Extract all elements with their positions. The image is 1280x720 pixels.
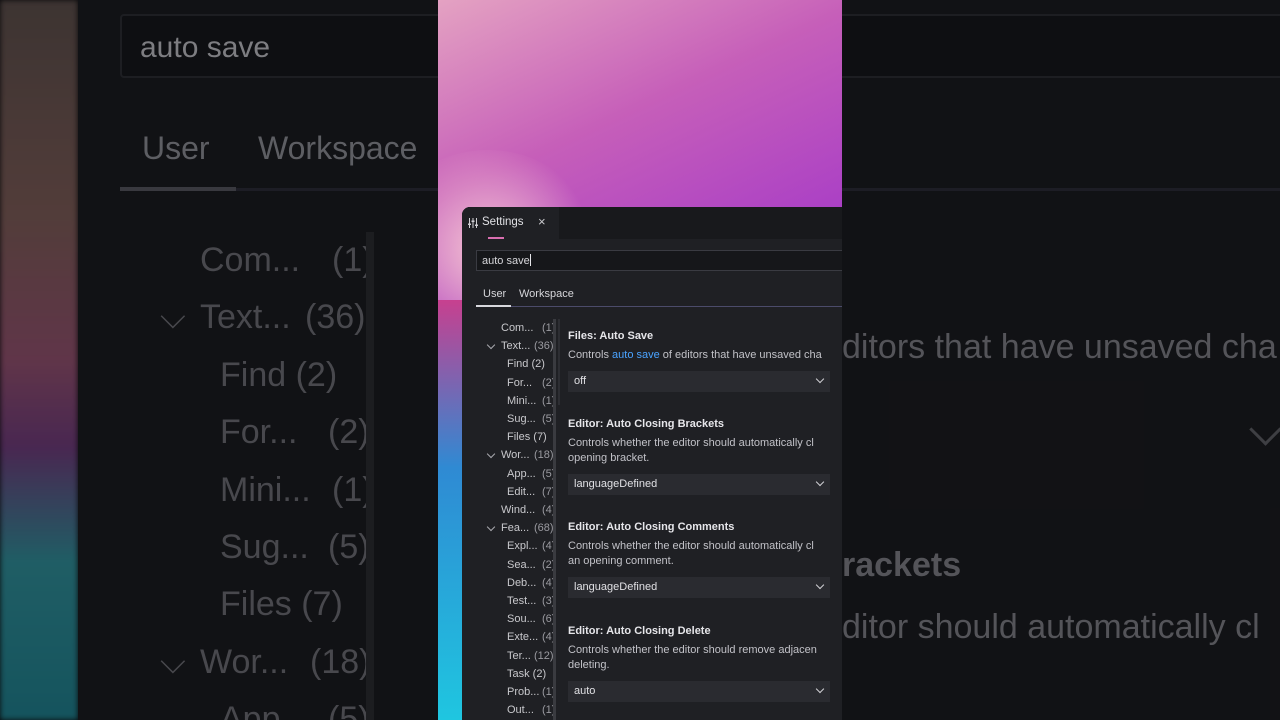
chevron-down-icon	[815, 684, 825, 694]
toc-item[interactable]: Edit...	[507, 486, 535, 498]
toc-item[interactable]: Prob...	[507, 686, 539, 698]
toc-item[interactable]: Wind...	[501, 504, 535, 516]
setting-title: Editor: Auto Closing Delete	[568, 625, 711, 637]
toc-item-count: (18)	[534, 449, 554, 462]
setting-description: Controls whether the editor should autom…	[568, 437, 814, 464]
toc-item[interactable]: Exte...	[507, 631, 538, 643]
toc-item[interactable]: Sug...	[507, 413, 536, 425]
tab-workspace[interactable]: Workspace	[519, 288, 574, 300]
toc-item[interactable]: Sea...	[507, 559, 536, 571]
toc-item[interactable]: Ter...	[507, 650, 531, 662]
toc-item[interactable]: Find (2)	[507, 358, 545, 370]
setting-auto-closing-delete: Editor: Auto Closing Delete Controls whe…	[568, 625, 842, 702]
auto-closing-delete-select[interactable]: auto	[568, 681, 830, 702]
toc-item-count: (12)	[534, 649, 554, 662]
tab-user[interactable]: User	[483, 288, 506, 300]
toc-item[interactable]: App...	[507, 468, 536, 480]
toc-item[interactable]: Expl...	[507, 540, 538, 552]
chevron-down-icon[interactable]	[486, 450, 496, 459]
chevron-down-icon	[815, 477, 825, 487]
tab-active-indicator	[488, 237, 504, 239]
select-value: languageDefined	[574, 478, 658, 490]
setting-description: Controls whether the editor should remov…	[568, 644, 817, 671]
toc-item[interactable]: Files (7)	[507, 431, 547, 443]
select-value: off	[574, 375, 587, 387]
toc-item[interactable]: Text...	[501, 340, 530, 352]
auto-closing-brackets-select[interactable]: languageDefined	[568, 474, 830, 495]
setting-title: Files: Auto Save	[568, 330, 654, 342]
toc-item-count: (68)	[534, 522, 554, 535]
auto-closing-comments-select[interactable]: languageDefined	[568, 577, 830, 598]
toc-item[interactable]: Deb...	[507, 577, 536, 589]
toc-item[interactable]: For...	[507, 377, 532, 389]
select-value: auto	[574, 685, 596, 697]
toc-item[interactable]: Sou...	[507, 613, 536, 625]
chevron-down-icon[interactable]	[486, 340, 496, 350]
close-icon[interactable]: ×	[538, 215, 546, 229]
toc-item[interactable]: Task (2)	[507, 668, 546, 680]
setting-description: Controls whether the editor should autom…	[568, 540, 814, 567]
toc-item[interactable]: Out...	[507, 704, 534, 716]
toc-item[interactable]: Mini...	[507, 395, 536, 407]
toc-item[interactable]: Fea...	[501, 522, 529, 534]
toc-item-count: (36)	[534, 340, 554, 353]
search-input[interactable]: auto save	[476, 250, 842, 271]
setting-auto-closing-brackets: Editor: Auto Closing Brackets Controls w…	[568, 418, 842, 495]
tab-settings[interactable]: Settings ×	[462, 207, 559, 239]
auto-save-link[interactable]: auto save	[612, 349, 660, 361]
setting-auto-closing-comments: Editor: Auto Closing Comments Controls w…	[568, 521, 842, 598]
toc-item[interactable]: Com...	[501, 322, 533, 334]
setting-files-auto-save: Files: Auto Save Controls auto save of e…	[568, 330, 842, 392]
toc-item[interactable]: Wor...	[501, 449, 530, 461]
select-value: languageDefined	[574, 581, 658, 593]
toc-scrollbar[interactable]	[553, 319, 556, 720]
chevron-down-icon	[815, 374, 825, 384]
scope-tab-active-indicator	[476, 305, 511, 307]
scope-tabs-divider	[476, 306, 842, 307]
toc-item[interactable]: Test...	[507, 595, 536, 607]
setting-title: Editor: Auto Closing Brackets	[568, 418, 725, 430]
setting-description: Controls auto save of editors that have …	[568, 349, 822, 361]
chevron-down-icon	[815, 580, 825, 590]
search-value: auto save	[482, 254, 531, 267]
auto-save-select[interactable]: off	[568, 371, 830, 392]
scope-tabs: User Workspace	[476, 285, 842, 307]
settings-window: Settings × auto save User Workspace Com.…	[462, 207, 842, 720]
sliders-icon	[468, 218, 478, 228]
chevron-down-icon[interactable]	[486, 522, 496, 532]
setting-title: Editor: Auto Closing Comments	[568, 521, 735, 533]
tab-title: Settings	[482, 216, 524, 228]
